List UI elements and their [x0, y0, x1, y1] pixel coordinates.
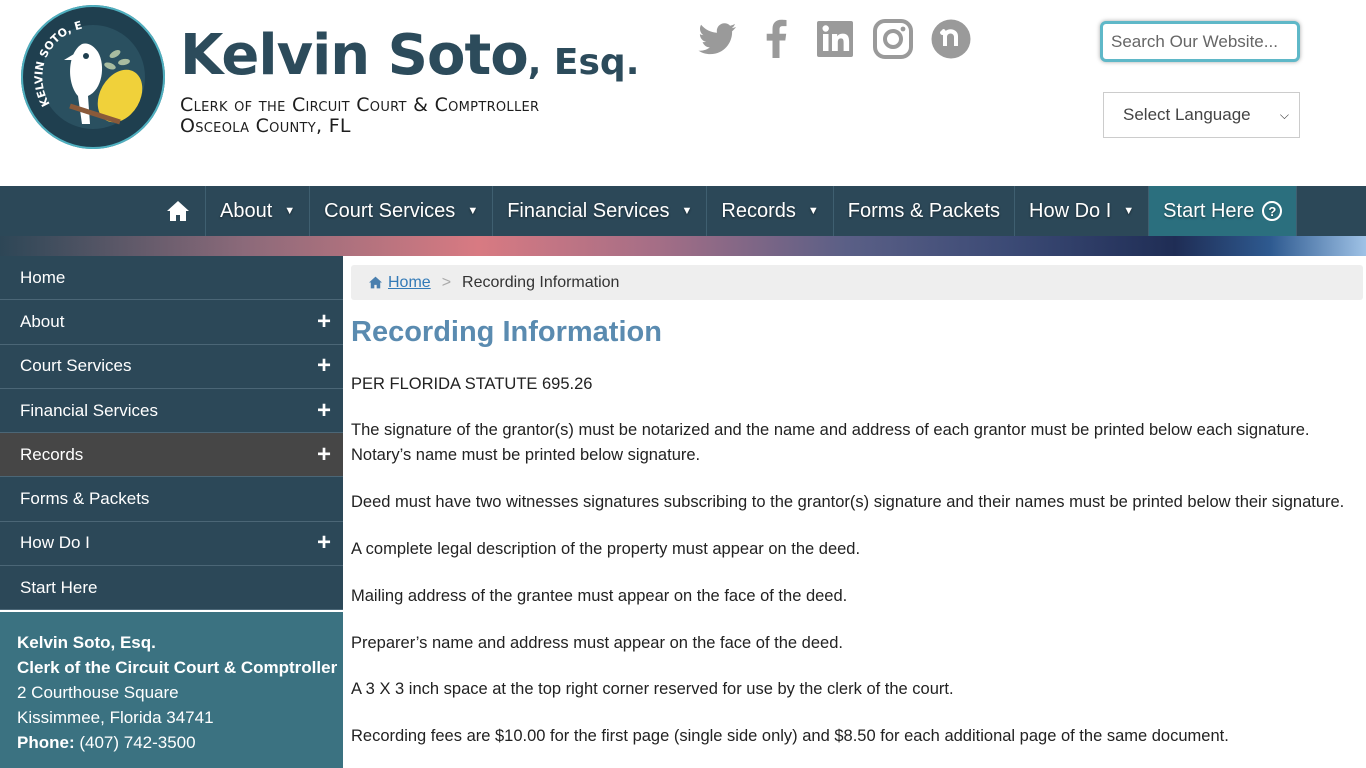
content-paragraph: A complete legal description of the prop… — [351, 540, 861, 558]
contact-name: Kelvin Soto, Esq. — [17, 633, 156, 652]
nav-records[interactable]: Records ▼ — [707, 186, 834, 236]
brand-name[interactable]: Kelvin Soto, Esq. — [180, 18, 639, 101]
breadcrumb: Home > Recording Information — [351, 265, 1363, 300]
expand-plus-icon: + — [316, 440, 331, 468]
language-select-value: Select Language — [1123, 105, 1251, 124]
contact-phone-row: Phone: (407) 742-3500 — [17, 730, 343, 755]
facebook-icon[interactable] — [756, 18, 798, 60]
content-paragraph: Mailing address of the grantee must appe… — [351, 587, 848, 605]
sidebar-item-how-do-i[interactable]: How Do I + — [0, 521, 343, 567]
brand-subtitle: Clerk of the Circuit Court & Comptroller — [180, 94, 540, 116]
phone-label: Phone: — [17, 733, 75, 752]
clerk-seal-logo[interactable]: KELVIN SOTO, ESQ — [20, 4, 166, 150]
content-paragraph: Recording fees are $10.00 for the first … — [351, 727, 1229, 745]
nav-start-here[interactable]: Start Here? — [1149, 186, 1298, 236]
expand-plus-icon: + — [316, 529, 331, 557]
nav-about[interactable]: About ▼ — [206, 186, 311, 236]
breadcrumb-separator: > — [441, 273, 452, 291]
caret-down-icon: ▼ — [1123, 205, 1135, 217]
home-icon — [166, 201, 189, 221]
sidebar-item-about[interactable]: About + — [0, 300, 343, 345]
expand-plus-icon: + — [316, 396, 331, 424]
content-paragraph: Preparer’s name and address must appear … — [351, 634, 843, 652]
caret-down-icon: ▼ — [807, 205, 819, 217]
caret-down-icon: ▼ — [681, 205, 693, 217]
sidebar-menu: Home About + Court Services + Financial Se… — [0, 256, 343, 611]
instagram-icon[interactable] — [872, 18, 914, 60]
contact-title: Clerk of the Circuit Court & Comptroller — [17, 658, 338, 677]
content-paragraph: A 3 X 3 inch space at the top right corn… — [351, 680, 954, 698]
content-paragraph: The signature of the grantor(s) must be … — [351, 421, 1310, 464]
sidebar-item-court-services[interactable]: Court Services + — [0, 344, 343, 389]
sidebar-item-records[interactable]: Records + — [0, 433, 343, 478]
caret-down-icon: ▼ — [467, 205, 479, 217]
sidebar-item-forms-packets[interactable]: Forms & Packets — [0, 477, 343, 522]
sidebar-item-home[interactable]: Home — [0, 256, 343, 301]
nav-court-services[interactable]: Court Services ▼ — [310, 186, 494, 236]
brand-county: Osceola County, FL — [180, 115, 351, 137]
decorative-banner — [0, 236, 1366, 256]
linkedin-icon[interactable] — [814, 18, 856, 60]
language-select[interactable]: Select Language ⌵ — [1103, 92, 1300, 138]
nav-how-do-i[interactable]: How Do I ▼ — [1015, 186, 1150, 236]
sidebar-item-financial-services[interactable]: Financial Services + — [0, 388, 343, 434]
expand-plus-icon: + — [316, 352, 331, 380]
contact-info-box: Kelvin Soto, Esq. Clerk of the Circuit C… — [0, 612, 343, 768]
help-circle-icon: ? — [1262, 201, 1283, 221]
contact-phone[interactable]: (407) 742-3500 — [79, 733, 195, 752]
statute-reference: PER FLORIDA STATUTE 695.26 — [351, 375, 593, 393]
nextdoor-icon[interactable] — [930, 18, 972, 60]
content-paragraph: Deed must have two witnesses signatures … — [351, 493, 1345, 511]
nav-forms-packets[interactable]: Forms & Packets — [834, 186, 1016, 236]
page-title: Recording Information — [351, 316, 662, 348]
nav-home-button[interactable] — [150, 186, 206, 236]
contact-address-line1: 2 Courthouse Square — [17, 683, 179, 702]
breadcrumb-current: Recording Information — [462, 273, 620, 291]
site-header: KELVIN SOTO, ESQ Kelvin Soto, Esq. Clerk… — [0, 0, 1366, 186]
chevron-down-icon: ⌵ — [1279, 107, 1289, 122]
caret-down-icon: ▼ — [284, 205, 296, 217]
nav-financial-services[interactable]: Financial Services ▼ — [493, 186, 708, 236]
site-search-input[interactable] — [1100, 21, 1300, 62]
sidebar-item-start-here[interactable]: Start Here — [0, 566, 343, 611]
twitter-icon[interactable] — [697, 18, 739, 60]
breadcrumb-home-link[interactable]: Home — [388, 274, 431, 292]
home-icon — [369, 276, 382, 289]
expand-plus-icon: + — [316, 307, 331, 335]
contact-address-line2: Kissimmee, Florida 34741 — [17, 708, 214, 727]
main-nav: About ▼ Court Services ▼ Financial Service… — [0, 186, 1366, 236]
